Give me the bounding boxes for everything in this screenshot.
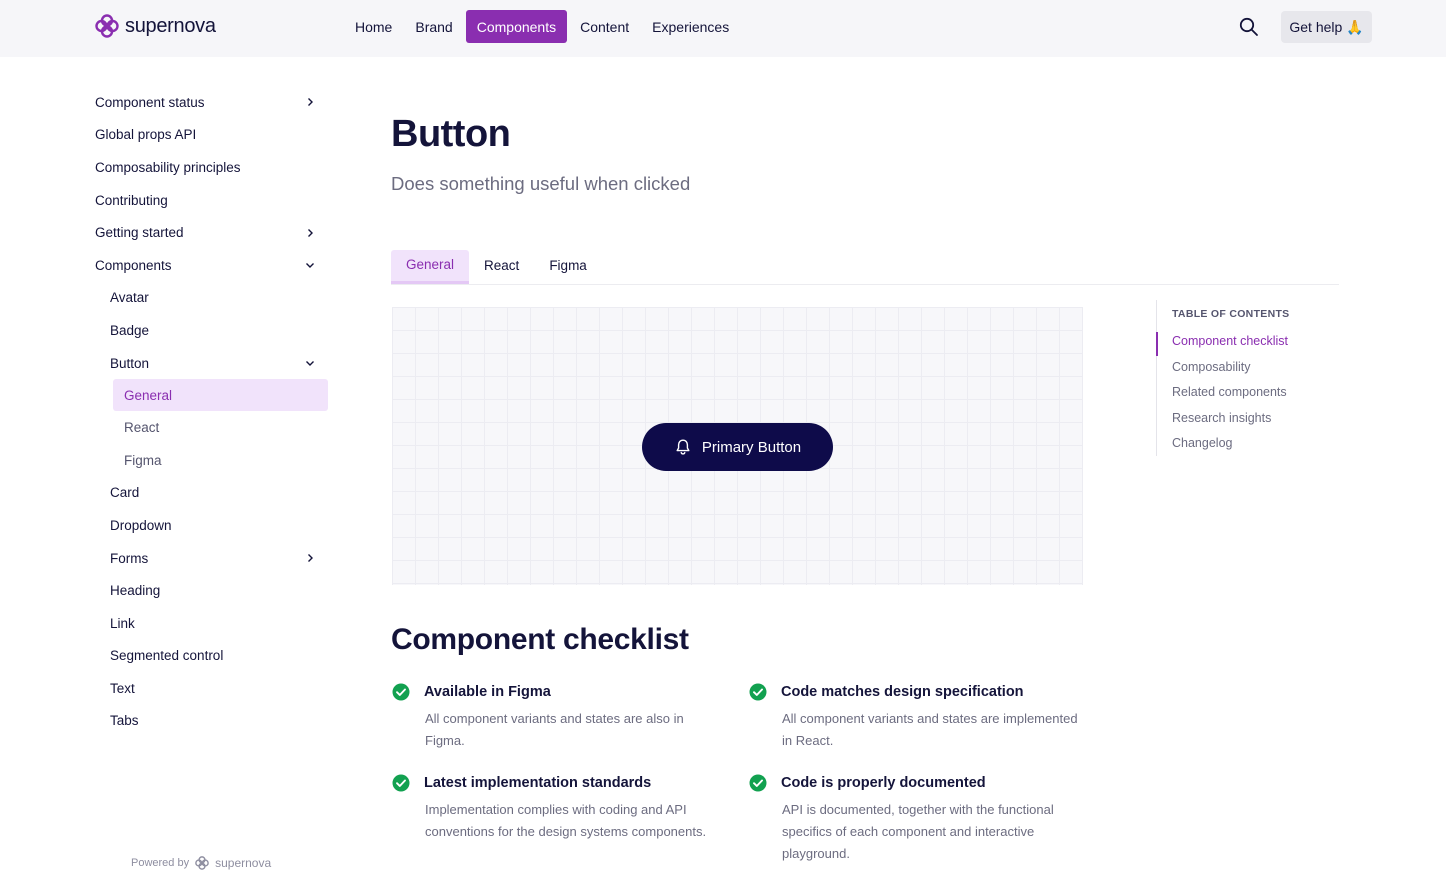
sidebar-item-components[interactable]: Components (95, 249, 330, 282)
nav-home[interactable]: Home (345, 10, 402, 43)
check-circle-icon (392, 774, 410, 792)
sidebar-item-forms[interactable]: Forms (95, 542, 330, 575)
brand-name: supernova (125, 14, 216, 37)
sidebar-item-label: Dropdown (110, 517, 172, 533)
get-help-button[interactable]: Get help 🙏 (1281, 11, 1372, 43)
get-help-label: Get help 🙏 (1289, 18, 1364, 35)
brand-logo[interactable]: supernova (95, 14, 216, 38)
chevron-down-icon (306, 263, 314, 269)
sidebar-item-label: React (124, 420, 160, 436)
sidebar-item-composability-principles[interactable]: Composability principles (95, 151, 330, 184)
chevron-right-icon (308, 98, 313, 107)
tab-general[interactable]: General (391, 250, 470, 284)
checklist-item-title: Latest implementation standards (424, 775, 652, 791)
primary-button-demo[interactable]: Primary Button (642, 423, 833, 471)
sidebar-item-global-props-api[interactable]: Global props API (95, 119, 330, 152)
sidebar-item-label: Forms (110, 550, 149, 566)
checklist-item-description: API is documented, together with the fun… (782, 802, 1054, 861)
sidebar-item-text[interactable]: Text (95, 672, 330, 705)
toc-item-research-insights[interactable]: Research insights (1172, 411, 1271, 425)
checklist-item: Latest implementation standards Implemen… (392, 774, 722, 843)
tab-react[interactable]: React (469, 250, 534, 280)
bell-icon (676, 439, 690, 455)
powered-by-footer[interactable]: Powered by supernova (131, 856, 271, 870)
nav-content[interactable]: Content (570, 10, 639, 43)
sidebar-item-contributing[interactable]: Contributing (95, 184, 330, 217)
nav-brand[interactable]: Brand (405, 10, 462, 43)
sidebar-item-badge[interactable]: Badge (95, 314, 330, 347)
sidebar-item-label: Avatar (110, 290, 149, 306)
sidebar-item-label: Components (95, 257, 172, 273)
sidebar-item-button[interactable]: Button (95, 347, 330, 380)
sidebar-item-component-status[interactable]: Component status (95, 86, 330, 119)
powered-by-brand: supernova (215, 856, 272, 870)
sidebar-item-label: Link (110, 615, 135, 631)
top-navbar: supernova Home Brand Components Content … (0, 0, 1446, 57)
toc-item-changelog[interactable]: Changelog (1172, 436, 1232, 450)
sidebar-item-link[interactable]: Link (95, 607, 330, 640)
sidebar-item-label: Button (110, 355, 150, 371)
sidebar-item-button-react[interactable]: React (95, 411, 330, 444)
sidebar-item-avatar[interactable]: Avatar (95, 282, 330, 315)
sidebar-item-label: Contributing (95, 192, 168, 208)
sidebar-nav: Component status Global props API Compos… (95, 86, 330, 737)
checklist-item: Code matches design specification All co… (749, 683, 1079, 752)
check-circle-icon (392, 683, 410, 701)
powered-by-label: Powered by (131, 857, 190, 869)
tab-figma[interactable]: Figma (534, 250, 602, 280)
sidebar-item-label: Component status (95, 94, 205, 110)
sidebar-item-label: General (124, 387, 173, 403)
sidebar-item-label: Text (110, 680, 135, 696)
sidebar-item-label: Segmented control (110, 648, 224, 664)
component-preview-canvas: Primary Button (392, 307, 1083, 585)
toc-item-composability[interactable]: Composability (1172, 360, 1251, 374)
sidebar-item-label: Tabs (110, 713, 139, 729)
checklist-item-title: Code matches design specification (781, 684, 1024, 700)
section-title-component-checklist: Component checklist (391, 623, 689, 656)
primary-button-label: Primary Button (701, 438, 802, 456)
sidebar-item-heading[interactable]: Heading (95, 574, 330, 607)
toc-active-indicator (1156, 332, 1158, 356)
sidebar-item-label: Badge (110, 322, 150, 338)
content-tabs: General React Figma (391, 250, 1339, 285)
check-circle-icon (749, 683, 767, 701)
page-title: Button (391, 113, 511, 155)
sidebar-item-label: Getting started (95, 225, 184, 241)
nav-components[interactable]: Components (465, 10, 568, 43)
check-circle-icon (749, 774, 767, 792)
sidebar-item-label: Card (110, 485, 140, 501)
chevron-right-icon (308, 228, 313, 237)
chevron-down-icon (306, 361, 314, 367)
sidebar-item-getting-started[interactable]: Getting started (95, 216, 330, 249)
sidebar-item-dropdown[interactable]: Dropdown (95, 509, 330, 542)
sidebar-item-segmented-control[interactable]: Segmented control (95, 640, 330, 673)
page-subtitle: Does something useful when clicked (391, 173, 691, 194)
nav-experiences[interactable]: Experiences (642, 10, 739, 43)
main-nav: Home Brand Components Content Experience… (345, 10, 742, 43)
sidebar-item-label: Composability principles (95, 159, 241, 175)
checklist-item-description: Implementation complies with coding and … (425, 802, 707, 839)
toc-item-component-checklist[interactable]: Component checklist (1172, 334, 1288, 348)
sidebar-item-tabs[interactable]: Tabs (95, 705, 330, 738)
supernova-logo-icon (95, 14, 119, 38)
sidebar-item-button-general[interactable]: General (113, 379, 328, 412)
checklist-item-description: All component variants and states are al… (425, 711, 684, 748)
search-icon (1239, 17, 1258, 36)
checklist-item-title: Code is properly documented (781, 775, 986, 791)
sidebar-item-label: Global props API (95, 127, 197, 143)
chevron-right-icon (308, 554, 313, 563)
checklist-item: Code is properly documented API is docum… (749, 774, 1079, 865)
checklist-item: Available in Figma All component variant… (392, 683, 722, 752)
sidebar-item-label: Heading (110, 583, 161, 599)
search-button[interactable] (1238, 16, 1262, 40)
supernova-logo-icon (195, 856, 209, 870)
table-of-contents: TABLE OF CONTENTS Component checklist Co… (1156, 300, 1346, 456)
checklist-item-title: Available in Figma (424, 684, 551, 700)
sidebar-item-button-figma[interactable]: Figma (95, 444, 330, 477)
sidebar-item-label: Figma (124, 452, 162, 468)
toc-item-related-components[interactable]: Related components (1172, 385, 1287, 399)
checklist-item-description: All component variants and states are im… (782, 711, 1078, 748)
toc-heading: TABLE OF CONTENTS (1172, 308, 1290, 320)
sidebar-item-card[interactable]: Card (95, 477, 330, 510)
